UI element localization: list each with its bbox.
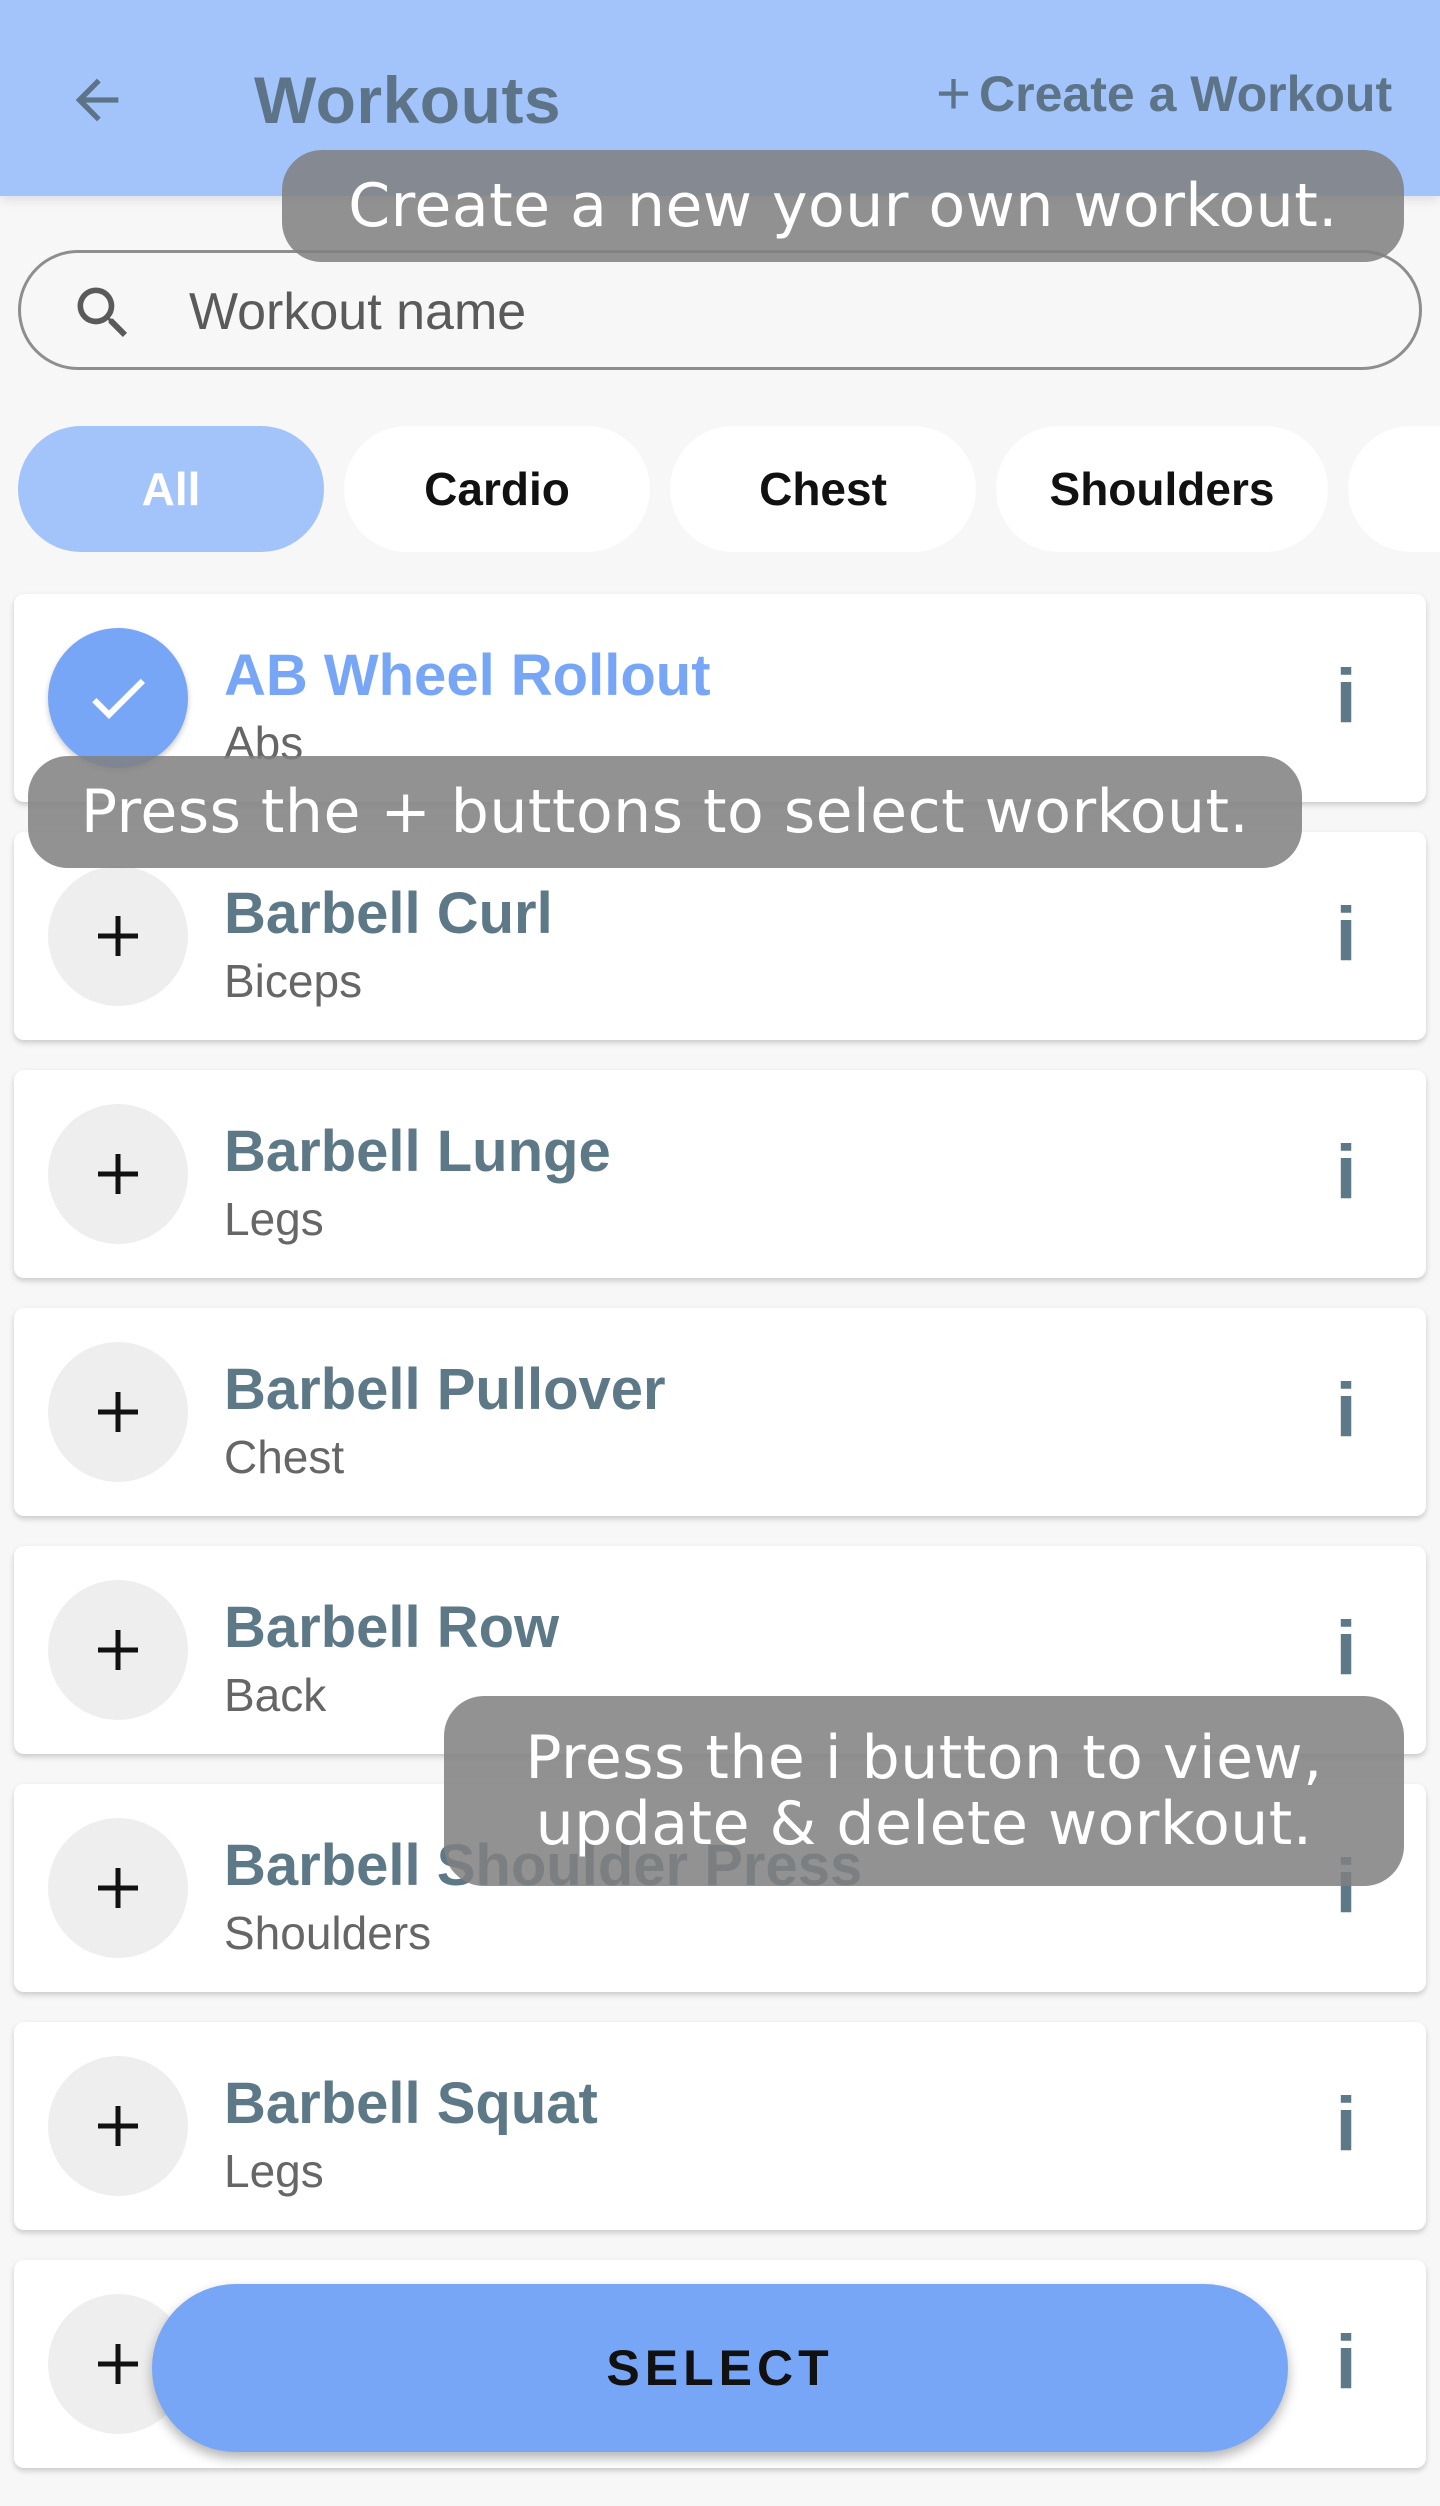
add-button[interactable] (48, 1580, 188, 1720)
exercise-category: Legs (224, 1193, 324, 1245)
exercise-category: Legs (224, 2145, 324, 2197)
create-workout-label: Create a Workout (979, 66, 1393, 122)
exercise-name: Barbell Curl (224, 881, 553, 946)
list-item[interactable]: Barbell Lunge Legs i (14, 1070, 1426, 1278)
info-button[interactable]: i (1306, 652, 1386, 742)
info-button[interactable]: i (1306, 1604, 1386, 1694)
chip-more[interactable] (1348, 426, 1440, 552)
plus-icon (98, 1630, 138, 1670)
exercise-name: Barbell Pullover (224, 1357, 666, 1422)
plus-icon (98, 2344, 138, 2384)
add-button[interactable] (48, 2056, 188, 2196)
plus-icon (98, 1392, 138, 1432)
add-button[interactable] (48, 1104, 188, 1244)
chip-all[interactable]: All (18, 426, 324, 552)
add-button[interactable] (48, 1342, 188, 1482)
info-button[interactable]: i (1306, 1366, 1386, 1456)
chip-shoulders[interactable]: Shoulders (996, 426, 1328, 552)
check-icon (92, 678, 145, 719)
search-bar[interactable] (18, 250, 1422, 370)
info-button[interactable]: i (1306, 890, 1386, 980)
search-input[interactable] (189, 277, 1369, 347)
plus-icon (98, 1154, 138, 1194)
exercise-name: Barbell Squat (224, 2071, 598, 2136)
tooltip-create-workout: Create a new your own workout. (282, 150, 1404, 262)
exercise-name: Barbell Lunge (224, 1119, 611, 1184)
exercise-name: AB Wheel Rollout (224, 643, 711, 708)
tooltip-select-workout: Press the + buttons to select workout. (28, 756, 1302, 868)
info-button[interactable]: i (1306, 2318, 1386, 2408)
list-item[interactable]: Barbell Pullover Chest i (14, 1308, 1426, 1516)
create-workout-button[interactable]: + Create a Workout (936, 64, 1392, 124)
select-button[interactable]: SELECT (152, 2284, 1288, 2452)
exercise-category: Biceps (224, 955, 363, 1007)
exercise-category: Chest (224, 1431, 345, 1483)
exercise-category: Shoulders (224, 1907, 432, 1959)
search-icon (77, 287, 128, 338)
plus-icon (98, 1868, 138, 1908)
chip-chest[interactable]: Chest (670, 426, 976, 552)
info-button[interactable]: i (1306, 1128, 1386, 1218)
info-button[interactable]: i (1306, 2080, 1386, 2170)
plus-icon (98, 916, 138, 956)
exercise-category: Back (224, 1669, 327, 1721)
plus-icon: + (936, 60, 972, 127)
list-item[interactable]: Barbell Squat Legs i (14, 2022, 1426, 2230)
plus-icon (98, 2106, 138, 2146)
tooltip-info-button: Press the i button to view, update & del… (444, 1696, 1404, 1886)
add-button[interactable] (48, 1818, 188, 1958)
back-button[interactable] (52, 55, 142, 145)
category-filter-bar: All Cardio Chest Shoulders (0, 426, 1440, 556)
arrow-left-icon (75, 78, 119, 122)
add-button[interactable] (48, 866, 188, 1006)
page-title: Workouts (254, 63, 562, 137)
chip-cardio[interactable]: Cardio (344, 426, 650, 552)
exercise-name: Barbell Row (224, 1595, 560, 1660)
select-toggle-button[interactable] (48, 628, 188, 768)
